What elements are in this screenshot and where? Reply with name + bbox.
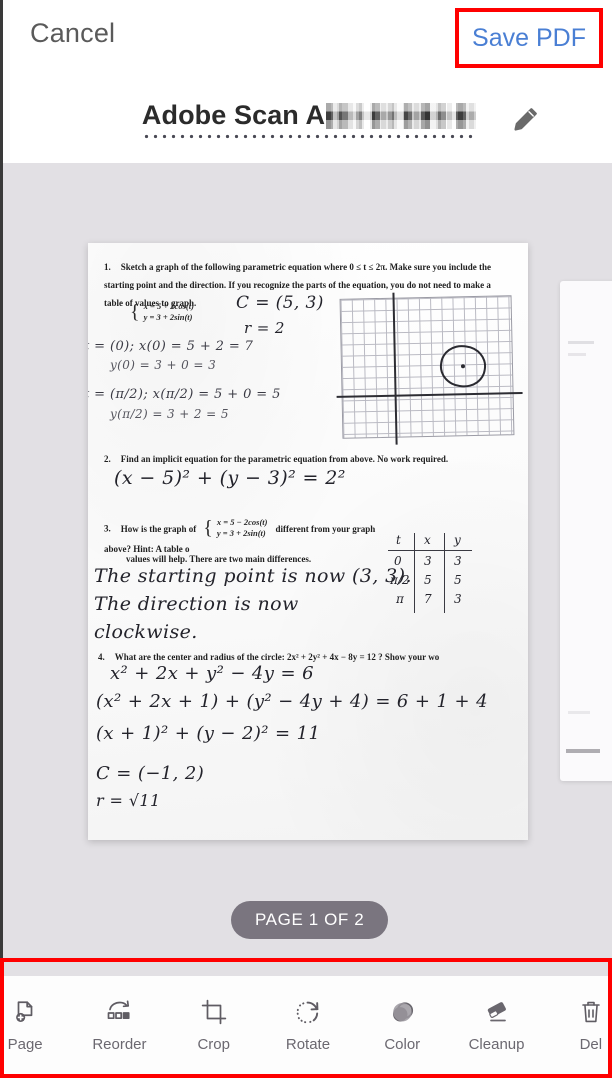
toolbar-item-add-page[interactable]: Page [0, 997, 72, 1053]
toolbar-label-rotate: Rotate [285, 1036, 331, 1053]
hand-drawn-graph [336, 292, 523, 445]
cleanup-icon [482, 997, 512, 1027]
question-number: 1. [104, 262, 111, 272]
parametric-y: y = 3 + 2sin(t) [216, 528, 266, 538]
redacted-title-region [326, 103, 477, 129]
scan-q1-hand-work-3: t = (π/2); x(π/2) = 5 + 0 = 5 [88, 387, 281, 402]
table-cell: 3 [454, 554, 462, 568]
crop-icon [199, 997, 229, 1027]
rotate-icon [293, 997, 323, 1027]
scan-q3-hand-3: clockwise. [94, 621, 198, 643]
document-title-text: Adobe Scan A [141, 100, 326, 130]
table-rule [444, 533, 445, 613]
question-number: 3. [104, 523, 111, 534]
toolbar-label-reorder: Reorder [92, 1036, 147, 1053]
table-header-t: t [396, 533, 401, 547]
question-text: Find an implicit equation for the parame… [120, 454, 449, 464]
table-rule [414, 533, 415, 613]
table-cell: 5 [454, 573, 462, 587]
preview-mark [566, 749, 600, 753]
scan-q3-value-table: t x y 0 3 3 π/2 5 5 π 7 3 [388, 533, 480, 615]
scanned-page-1[interactable]: 1. Sketch a graph of the following param… [88, 243, 528, 840]
scan-question-2: 2. Find an implicit equation for the par… [104, 449, 512, 467]
bottom-toolbar: Page Reorder Crop Rotate Color Cleanup D… [4, 976, 608, 1074]
delete-icon [576, 997, 606, 1027]
table-cell: 7 [424, 592, 432, 606]
cancel-button[interactable]: Cancel [30, 18, 115, 49]
adobe-scan-review-screen: Cancel Save PDF Adobe Scan A 1. Sketch a… [0, 0, 612, 1078]
table-cell: 3 [454, 592, 462, 606]
save-pdf-annotation-box: Save PDF [455, 8, 603, 68]
next-page-preview[interactable] [560, 281, 612, 781]
table-rule [388, 550, 472, 551]
toolbar-item-reorder[interactable]: Reorder [72, 997, 166, 1053]
reorder-icon [104, 997, 134, 1027]
toolbar-item-crop[interactable]: Crop [167, 997, 261, 1053]
bottom-toolbar-annotation-box: Page Reorder Crop Rotate Color Cleanup D… [0, 958, 612, 1078]
toolbar-label-add-page: Page [7, 1036, 43, 1053]
toolbar-label-cleanup: Cleanup [468, 1036, 525, 1053]
toolbar-top-strip [4, 962, 608, 976]
table-header-x: x [424, 533, 431, 547]
scan-q1-hand-work-1: t = (0); x(0) = 5 + 2 = 7 [88, 339, 254, 354]
title-editable-underline [141, 134, 477, 139]
scan-q4-hand-3: (x + 1)² + (y − 2)² = 11 [96, 723, 321, 744]
table-cell: 5 [424, 573, 432, 587]
document-viewer[interactable]: 1. Sketch a graph of the following param… [0, 163, 612, 958]
toolbar-label-color: Color [384, 1036, 421, 1053]
question-number: 2. [104, 454, 111, 464]
page-title[interactable]: Adobe Scan A [141, 98, 477, 132]
table-header-y: y [454, 533, 461, 547]
preview-mark [568, 711, 590, 714]
scan-q1-hand-radius: r = 2 [244, 319, 285, 337]
table-cell: π [396, 592, 404, 606]
toolbar-item-delete[interactable]: Del [544, 997, 612, 1053]
table-cell: 3 [424, 554, 432, 568]
scan-q4-hand-5: r = √11 [96, 791, 161, 810]
color-icon [387, 997, 417, 1027]
scan-q2-hand-answer: (x − 5)² + (y − 3)² = 2² [114, 467, 346, 489]
scan-q3-hand-2: The direction is now [94, 593, 299, 615]
scan-q4-hand-1: x² + 2x + y² − 4y = 6 [110, 663, 314, 684]
scan-q4-hand-4: C = (−1, 2) [96, 763, 205, 784]
scan-q4-hand-2: (x² + 2x + 1) + (y² − 4y + 4) = 6 + 1 + … [96, 691, 488, 712]
add-page-icon [10, 997, 40, 1027]
table-cell: 0 [394, 554, 402, 568]
toolbar-item-cleanup[interactable]: Cleanup [449, 997, 543, 1053]
toolbar-label-delete: Del [579, 1036, 603, 1053]
parametric-y: y = 3 + 2sin(t) [143, 312, 193, 322]
page-indicator-badge: PAGE 1 OF 2 [231, 901, 389, 939]
graph-x-axis [336, 392, 523, 398]
scan-q1-system: { x = 5 + 2cos(t) y = 3 + 2sin(t) [130, 300, 194, 323]
document-title-block[interactable]: Adobe Scan A [141, 98, 477, 139]
toolbar-label-crop: Crop [197, 1036, 230, 1053]
scan-question-3: 3. How is the graph of { x = 5 − 2cos(t)… [104, 516, 376, 554]
scan-q1-hand-work-4: y(π/2) = 3 + 2 = 5 [110, 407, 229, 421]
parametric-x: x = 5 − 2cos(t) [216, 517, 268, 527]
scan-q1-hand-work-2: y(0) = 3 + 0 = 3 [110, 358, 217, 372]
question-text: What are the center and radius of the ci… [114, 652, 440, 662]
toolbar-item-color[interactable]: Color [355, 997, 449, 1053]
question-number: 4. [98, 652, 105, 662]
parametric-x: x = 5 + 2cos(t) [143, 301, 194, 311]
question-text: How is the graph of [120, 523, 197, 534]
graph-center-point [460, 364, 466, 369]
toolbar-item-rotate[interactable]: Rotate [261, 997, 355, 1053]
scan-q3-text-cont2: values will help. There are two main dif… [126, 554, 312, 564]
preview-mark [568, 353, 586, 356]
graph-y-axis [392, 292, 398, 445]
preview-mark [568, 341, 594, 344]
scan-q1-hand-center: C = (5, 3) [236, 293, 324, 313]
pencil-icon[interactable] [508, 103, 542, 137]
table-cell: π/2 [390, 573, 410, 587]
top-app-bar: Cancel Save PDF Adobe Scan A [0, 0, 612, 163]
save-pdf-button[interactable]: Save PDF [459, 12, 599, 64]
scan-q3-hand-1: The starting point is now (3, 3). [94, 565, 412, 587]
